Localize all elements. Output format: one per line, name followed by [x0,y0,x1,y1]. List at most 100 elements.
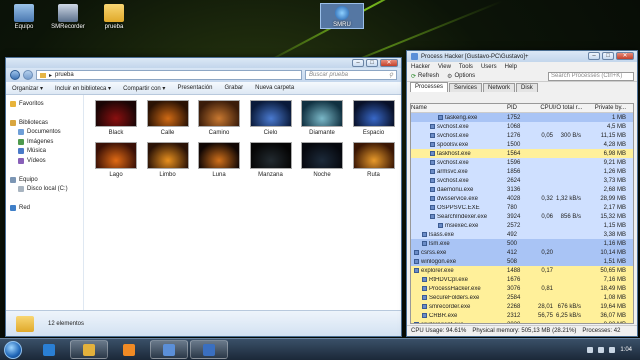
process-name: lsm.exe [429,240,450,247]
table-row[interactable]: svchost.exe 1276 0,05 300 B/s 11,15 MB [411,131,633,140]
burn-button[interactable]: Grabar [224,85,243,91]
ph-titlebar[interactable]: Process Hacker [Gustavo-PC\Gustavo]+ – □… [407,51,637,62]
menu-hacker[interactable]: Hacker [411,64,430,70]
back-button[interactable] [10,70,20,80]
taskbar-internet-explorer-button[interactable] [30,340,68,359]
nav-item[interactable]: Favoritos [6,99,83,109]
nav-item[interactable]: Disco local (C:) [6,185,83,195]
table-row[interactable]: smrecorder.exe 2268 28,01 676 kB/s 19,64 MB [411,302,633,311]
process-search-input[interactable]: Search Processes (Ctrl+K) [548,71,634,81]
options-button[interactable]: ⚙ Options [447,73,475,80]
desktop-icon-smrecorder[interactable]: SMRecorder [46,4,90,30]
nav-item[interactable]: Documentos [6,128,83,138]
file-name: Camino [208,130,230,136]
menu-help[interactable]: Help [505,64,517,70]
share-button[interactable]: Compartir con ▾ [123,85,165,92]
menu-tools[interactable]: Tools [459,64,473,70]
file-thumbnail[interactable]: Espacio [352,100,396,136]
taskbar-process-hacker-button[interactable] [150,340,188,359]
new-folder-button[interactable]: Nueva carpeta [255,85,294,91]
table-row[interactable]: armsvc.exe 1856 1,26 MB [411,167,633,176]
table-row[interactable]: SearchIndexer.exe 3924 0,06 856 B/s 15,32 MB [411,212,633,221]
image-preview [95,100,137,127]
forward-button[interactable] [23,70,33,80]
volume-icon[interactable] [609,346,616,353]
nav-item[interactable]: Música [6,147,83,157]
table-row[interactable]: dwsservice.exe 4028 0,32 1,32 kB/s 28,99 MB [411,194,633,203]
organize-button[interactable]: Organizar ▾ [12,85,43,92]
table-row[interactable]: spideragent.exe 2828 8,82 MB [411,320,633,323]
table-row[interactable]: taskeng.exe 1752 1 MB [411,113,633,122]
table-row[interactable]: svchost.exe 2624 3,73 MB [411,176,633,185]
close-button[interactable]: ✕ [380,59,398,67]
maximize-button[interactable]: □ [366,59,378,67]
taskbar-media-player-button[interactable] [110,340,148,359]
menu-users[interactable]: Users [481,64,497,70]
table-row[interactable]: svchost.exe 1068 4,5 MB [411,122,633,131]
desktop-icon-selected[interactable]: SMRU [320,3,364,29]
file-thumbnail[interactable]: Limbo [146,142,190,178]
column-io[interactable]: I/O total r... [553,105,582,111]
file-thumbnail[interactable]: Calle [146,100,190,136]
file-thumbnail[interactable]: Camino [197,100,241,136]
tray-icon[interactable] [587,346,594,353]
table-row[interactable]: spoolsv.exe 1500 4,28 MB [411,140,633,149]
table-row[interactable]: winlogon.exe 508 1,51 MB [411,257,633,266]
table-row[interactable]: svchost.exe 1596 9,21 MB [411,158,633,167]
start-button[interactable] [4,340,22,359]
process-name: winlogon.exe [421,258,457,265]
file-thumbnail[interactable]: Lago [94,142,138,178]
table-row[interactable]: taskhost.exe 1564 6,98 MB [411,149,633,158]
explorer-titlebar[interactable]: – □ ✕ [6,58,401,68]
nav-item[interactable]: Red [6,204,83,214]
slideshow-button[interactable]: Presentación [177,85,212,91]
tab-disk[interactable]: Disk [516,83,538,92]
minimize-button[interactable]: – [352,59,364,67]
tab-network[interactable]: Network [483,83,516,92]
menu-view[interactable]: View [438,64,451,70]
file-thumbnail[interactable]: Cielo [249,100,293,136]
table-row[interactable]: daemonu.exe 3136 2,68 MB [411,185,633,194]
taskbar-smrecorder-button[interactable] [190,340,228,359]
table-row[interactable]: lsass.exe 492 3,38 MB [411,230,633,239]
tab-processes[interactable]: Processes [410,82,449,92]
table-row[interactable]: lsm.exe 500 1,16 MB [411,239,633,248]
table-row[interactable]: explorer.exe 1488 0,17 50,65 MB [411,266,633,275]
file-thumbnail[interactable]: Black [94,100,138,136]
column-cpu[interactable]: CPU [535,105,553,111]
table-row[interactable]: OSPPSVC.EXE 780 2,17 MB [411,203,633,212]
file-thumbnail[interactable]: Noche [300,142,344,178]
taskbar-windows-explorer-button[interactable] [70,340,108,359]
desktop-icon-prueba[interactable]: prueba [92,4,136,30]
column-name[interactable]: Name [411,105,507,111]
clock[interactable]: 1:04 [620,347,632,353]
column-private-bytes[interactable]: Private by... [581,105,629,111]
close-button[interactable]: ✕ [616,52,634,60]
file-thumbnail[interactable]: Diamante [300,100,344,136]
file-thumbnail[interactable]: Luna [197,142,241,178]
network-icon[interactable] [598,346,605,353]
recorder-icon [58,4,78,22]
address-bar[interactable]: ▸ prueba [36,70,302,80]
table-row[interactable]: msiexec.exe 2572 1,15 MB [411,221,633,230]
nav-item[interactable]: Imágenes [6,137,83,147]
search-input[interactable]: Buscar prueba ⚲ [305,70,397,80]
maximize-button[interactable]: □ [602,52,614,60]
table-row[interactable]: ProcessHacker.exe 3076 0,81 18,49 MB [411,284,633,293]
column-pid[interactable]: PID [507,105,535,111]
minimize-button[interactable]: – [588,52,600,60]
table-row[interactable]: RtHDVCpl.exe 1676 7,16 MB [411,275,633,284]
nav-item[interactable]: Bibliotecas [6,118,83,128]
table-row[interactable]: SecureFolders.exe 2584 1,08 MB [411,293,633,302]
table-row[interactable]: csrss.exe 412 0,20 10,14 MB [411,248,633,257]
desktop-icon-equipo[interactable]: Equipo [2,4,46,30]
file-thumbnail[interactable]: Manzana [249,142,293,178]
image-preview [249,100,292,127]
file-thumbnail[interactable]: Ruta [352,142,396,178]
nav-item[interactable]: Equipo [6,175,83,185]
nav-item[interactable]: Vídeos [6,156,83,166]
refresh-button[interactable]: ⟳ Refresh [411,73,439,80]
tab-services[interactable]: Services [449,83,483,92]
include-library-button[interactable]: Incluir en biblioteca ▾ [55,85,111,92]
table-row[interactable]: CRBR.exe 2312 56,75 6,25 kB/s 36,07 MB [411,311,633,320]
